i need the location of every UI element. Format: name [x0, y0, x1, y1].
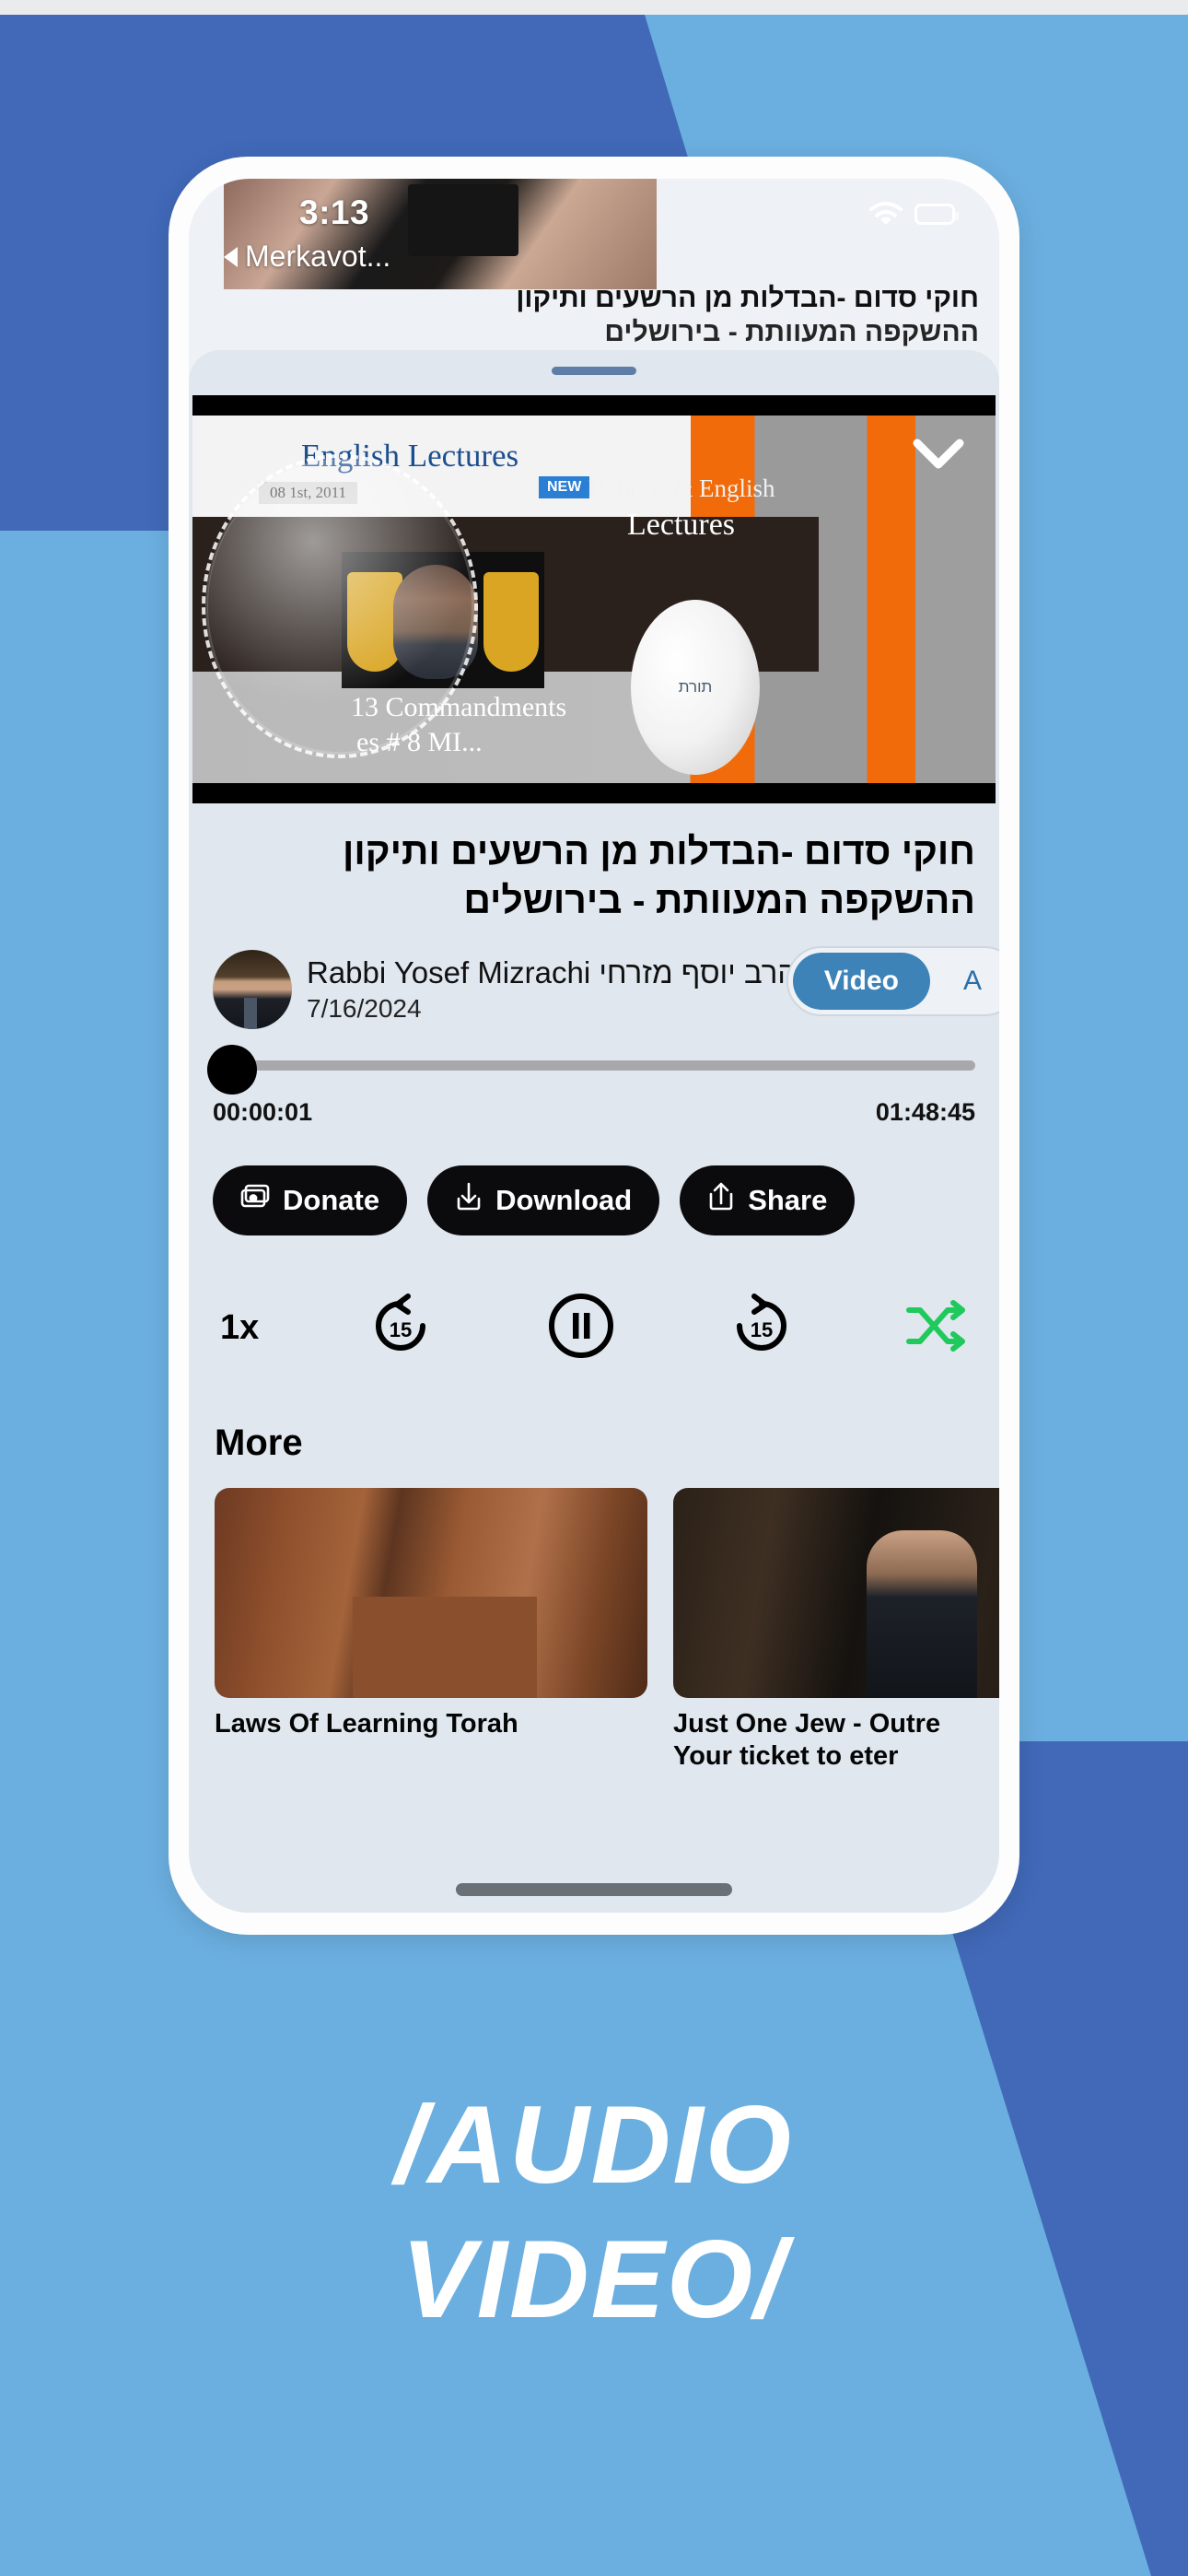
author-row: Rabbi Yosef Mizrachi הרב יוסף מזרחי 7/16… [213, 945, 999, 1029]
total-time: 01:48:45 [875, 1097, 975, 1126]
video-seal-text: תורת [678, 678, 713, 696]
share-icon [707, 1182, 735, 1219]
back-label: Merkavot... [245, 240, 391, 273]
video-hebrew-english-text: Hebrew & English [588, 474, 775, 502]
video-shield-right [483, 572, 539, 672]
previous-title-line-2: ההשקפה המעוותת - בירושלים [604, 316, 979, 347]
author-name: Rabbi Yosef Mizrachi הרב יוסף מזרחי [307, 954, 798, 989]
avatar [213, 949, 292, 1029]
back-caret-icon [224, 246, 238, 267]
tab-audio[interactable]: A [932, 953, 999, 1010]
video-new-badge: NEW [539, 476, 590, 498]
video-disc-outline [202, 454, 478, 758]
time-labels: 00:00:01 01:48:45 [189, 1098, 999, 1127]
more-list[interactable]: Laws Of Learning Torah Just One Jew - Ou… [189, 1487, 999, 1772]
video-player[interactable]: English Lectures 08 1st, 2011 NEW Hebrew… [192, 395, 996, 803]
phone-screen: 3:13 Merkavot... חוקי סדום -הבדלות מן הר… [189, 179, 999, 1913]
forward-15-icon[interactable]: 15 [727, 1291, 797, 1365]
transport-controls: 1x 15 15 [189, 1287, 999, 1369]
promo-caption: /AUDIO VIDEO/ [0, 2078, 1188, 2348]
list-item[interactable]: Just One Jew - Outre Your ticket to eter [673, 1487, 999, 1772]
phone-frame: 3:13 Merkavot... חוקי סדום -הבדלות מן הר… [169, 157, 1019, 1935]
promo-line-1: /AUDIO [395, 2083, 793, 2207]
video-lectures-text: Lectures [627, 508, 736, 542]
lecture-date: 7/16/2024 [307, 993, 422, 1023]
lecture-title: חוקי סדום -הבדלות מן הרשעים ותיקון ההשקפ… [343, 830, 975, 922]
home-indicator [456, 1883, 732, 1896]
previous-title-line-1: חוקי סדום -הבדלות מן הרשעים ותיקון [516, 283, 979, 313]
shuffle-icon[interactable] [903, 1299, 968, 1357]
current-time: 00:00:01 [213, 1097, 313, 1126]
battery-icon [914, 203, 959, 225]
video-frame: English Lectures 08 1st, 2011 NEW Hebrew… [192, 416, 996, 783]
thumbnail-subcaption: Your ticket to eter [673, 1740, 899, 1771]
thumbnail[interactable] [215, 1487, 647, 1698]
back-link[interactable]: Merkavot... [224, 240, 390, 274]
pause-icon[interactable] [542, 1287, 620, 1369]
thumbnail-caption: Just One Jew - Outre [673, 1708, 941, 1739]
player-sheet: English Lectures 08 1st, 2011 NEW Hebrew… [189, 350, 999, 1913]
progress-knob[interactable] [207, 1044, 257, 1095]
status-bar-indicators [868, 201, 959, 227]
sheet-grabber[interactable] [552, 367, 636, 375]
video-seal: תורת [631, 600, 760, 775]
share-button[interactable]: Share [680, 1165, 856, 1235]
chevron-down-icon[interactable] [913, 438, 964, 475]
svg-text:15: 15 [390, 1318, 412, 1341]
thumbnail[interactable] [673, 1487, 999, 1698]
media-mode-toggle[interactable]: Video A [786, 945, 999, 1016]
promo-line-2: VIDEO/ [401, 2218, 787, 2342]
top-strip [0, 0, 1188, 15]
more-heading: More [215, 1422, 303, 1463]
donate-icon [240, 1183, 270, 1218]
action-buttons: Donate Download Share [189, 1165, 999, 1235]
svg-text:15: 15 [751, 1318, 773, 1341]
download-label: Download [495, 1183, 633, 1216]
status-bar-time: 3:13 [299, 193, 370, 231]
rewind-15-icon[interactable]: 15 [366, 1291, 436, 1365]
donate-label: Donate [283, 1183, 380, 1216]
list-item[interactable]: Laws Of Learning Torah [215, 1487, 647, 1772]
progress-bar[interactable] [189, 1044, 999, 1095]
tab-video[interactable]: Video [792, 952, 930, 1010]
donate-button[interactable]: Donate [213, 1165, 408, 1235]
previous-screen-title: חוקי סדום -הבדלות מן הרשעים ותיקון ההשקפ… [215, 282, 979, 349]
wifi-icon [868, 201, 903, 227]
author-text: Rabbi Yosef Mizrachi הרב יוסף מזרחי 7/16… [307, 955, 797, 1024]
download-button[interactable]: Download [427, 1165, 660, 1235]
lecture-meta: חוקי סדום -הבדלות מן הרשעים ותיקון ההשקפ… [189, 803, 999, 1029]
download-icon [455, 1182, 483, 1219]
thumbnail-caption: Laws Of Learning Torah [215, 1708, 518, 1739]
playback-speed-button[interactable]: 1x [220, 1308, 259, 1348]
share-label: Share [748, 1183, 828, 1216]
progress-track[interactable] [244, 1060, 975, 1071]
